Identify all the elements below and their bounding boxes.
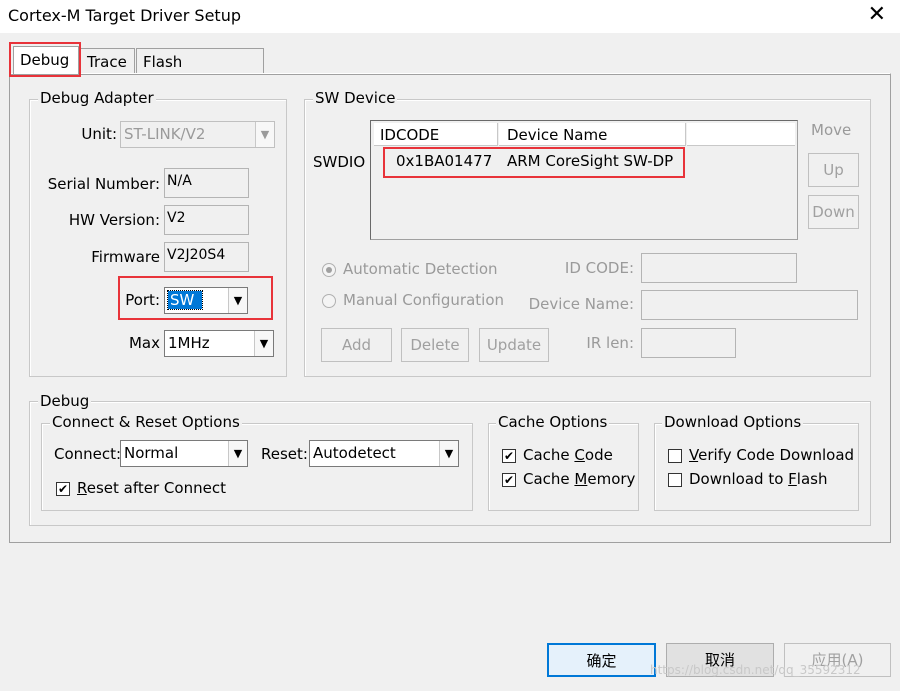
- chevron-down-icon: ▼: [254, 331, 273, 356]
- move-down-button[interactable]: Down: [808, 195, 859, 229]
- hw-version-field: V2: [164, 205, 249, 235]
- tab-flash-download[interactable]: Flash Download: [136, 48, 264, 89]
- download-options-group: [654, 423, 859, 511]
- port-label: Port:: [125, 291, 160, 309]
- unit-select[interactable]: ST-LINK/V2 ▼: [120, 121, 275, 148]
- ir-len-field[interactable]: [641, 328, 736, 358]
- debug-adapter-legend: Debug Adapter: [38, 89, 156, 107]
- max-clock-select[interactable]: 1MHz ▼: [164, 330, 274, 357]
- update-button[interactable]: Update: [479, 328, 549, 362]
- download-to-flash-label: Download to Flash: [689, 470, 828, 488]
- verify-code-download-checkbox[interactable]: [668, 449, 682, 463]
- firmware-field: V2J20S4: [164, 242, 249, 272]
- reset-select[interactable]: Autodetect ▼: [309, 440, 459, 467]
- reset-value: Autodetect: [313, 444, 396, 462]
- cache-memory-checkbox[interactable]: ✔: [502, 473, 516, 487]
- debug-options-legend: Debug: [38, 392, 92, 410]
- radio-dot: [326, 267, 332, 273]
- auto-detect-label: Automatic Detection: [343, 260, 498, 278]
- chevron-down-icon: ▼: [255, 122, 274, 147]
- firmware-label: Firmware: [91, 248, 160, 266]
- port-value: SW: [166, 290, 204, 310]
- move-label: Move: [811, 121, 852, 139]
- serial-number-field: N/A: [164, 168, 249, 198]
- device-table[interactable]: IDCODE Device Name 0x1BA01477 ARM CoreSi…: [370, 120, 798, 240]
- device-name-field[interactable]: [641, 290, 858, 320]
- chevron-down-icon: ▼: [439, 441, 458, 466]
- cache-code-checkbox[interactable]: ✔: [502, 449, 516, 463]
- hw-version-label: HW Version:: [68, 211, 160, 229]
- serial-number-label: Serial Number:: [47, 175, 160, 193]
- cache-options-legend: Cache Options: [496, 413, 610, 431]
- title-bar: Cortex-M Target Driver Setup ✕: [0, 0, 900, 33]
- reset-label: Reset:: [261, 445, 308, 463]
- ok-button[interactable]: 确定: [547, 643, 656, 677]
- column-header-blank: [687, 123, 795, 146]
- max-value: 1MHz: [168, 334, 210, 352]
- swdio-label: SWDIO: [313, 153, 366, 171]
- cache-memory-label: Cache Memory: [523, 470, 636, 488]
- chevron-down-icon: ▼: [228, 288, 247, 313]
- manual-config-radio[interactable]: [322, 294, 336, 308]
- check-icon: ✔: [503, 473, 515, 487]
- column-header-idcode[interactable]: IDCODE: [374, 123, 498, 146]
- delete-button[interactable]: Delete: [401, 328, 469, 362]
- download-options-legend: Download Options: [662, 413, 804, 431]
- window-title: Cortex-M Target Driver Setup: [8, 6, 241, 25]
- connect-value: Normal: [124, 444, 179, 462]
- max-label: Max: [128, 334, 160, 352]
- check-icon: ✔: [503, 449, 515, 463]
- unit-value: ST-LINK/V2: [124, 125, 206, 143]
- port-select[interactable]: SW ▼: [164, 287, 248, 314]
- connect-label: Connect:: [54, 445, 122, 463]
- column-header-device-name[interactable]: Device Name: [499, 123, 686, 146]
- reset-after-connect-label: Reset after Connect: [77, 479, 226, 497]
- highlight-device-row: [383, 147, 685, 178]
- add-button[interactable]: Add: [321, 328, 392, 362]
- chevron-down-icon: ▼: [228, 441, 247, 466]
- watermark: https://blog.csdn.net/qq_35592312: [650, 663, 861, 677]
- id-code-field[interactable]: [641, 253, 797, 283]
- highlight-tab-debug: [9, 42, 81, 77]
- tab-trace-label: Trace: [87, 53, 127, 71]
- auto-detect-radio[interactable]: [322, 263, 336, 277]
- download-to-flash-checkbox[interactable]: [668, 473, 682, 487]
- cache-code-label: Cache Code: [523, 446, 613, 464]
- cache-options-group: [488, 423, 639, 511]
- reset-after-connect-checkbox[interactable]: ✔: [56, 482, 70, 496]
- close-icon[interactable]: ✕: [868, 2, 886, 27]
- move-up-button[interactable]: Up: [808, 153, 859, 187]
- ir-len-label: IR len:: [586, 334, 634, 352]
- sw-device-legend: SW Device: [313, 89, 398, 107]
- check-icon: ✔: [57, 482, 69, 496]
- device-name-label: Device Name:: [528, 295, 634, 313]
- unit-label: Unit:: [81, 125, 117, 143]
- connect-reset-group: [41, 423, 473, 511]
- verify-code-download-label: Verify Code Download: [689, 446, 855, 464]
- connect-reset-legend: Connect & Reset Options: [50, 413, 242, 431]
- id-code-label: ID CODE:: [564, 259, 634, 277]
- manual-config-label: Manual Configuration: [343, 291, 505, 309]
- tab-trace[interactable]: Trace: [80, 48, 135, 74]
- connect-select[interactable]: Normal ▼: [120, 440, 248, 467]
